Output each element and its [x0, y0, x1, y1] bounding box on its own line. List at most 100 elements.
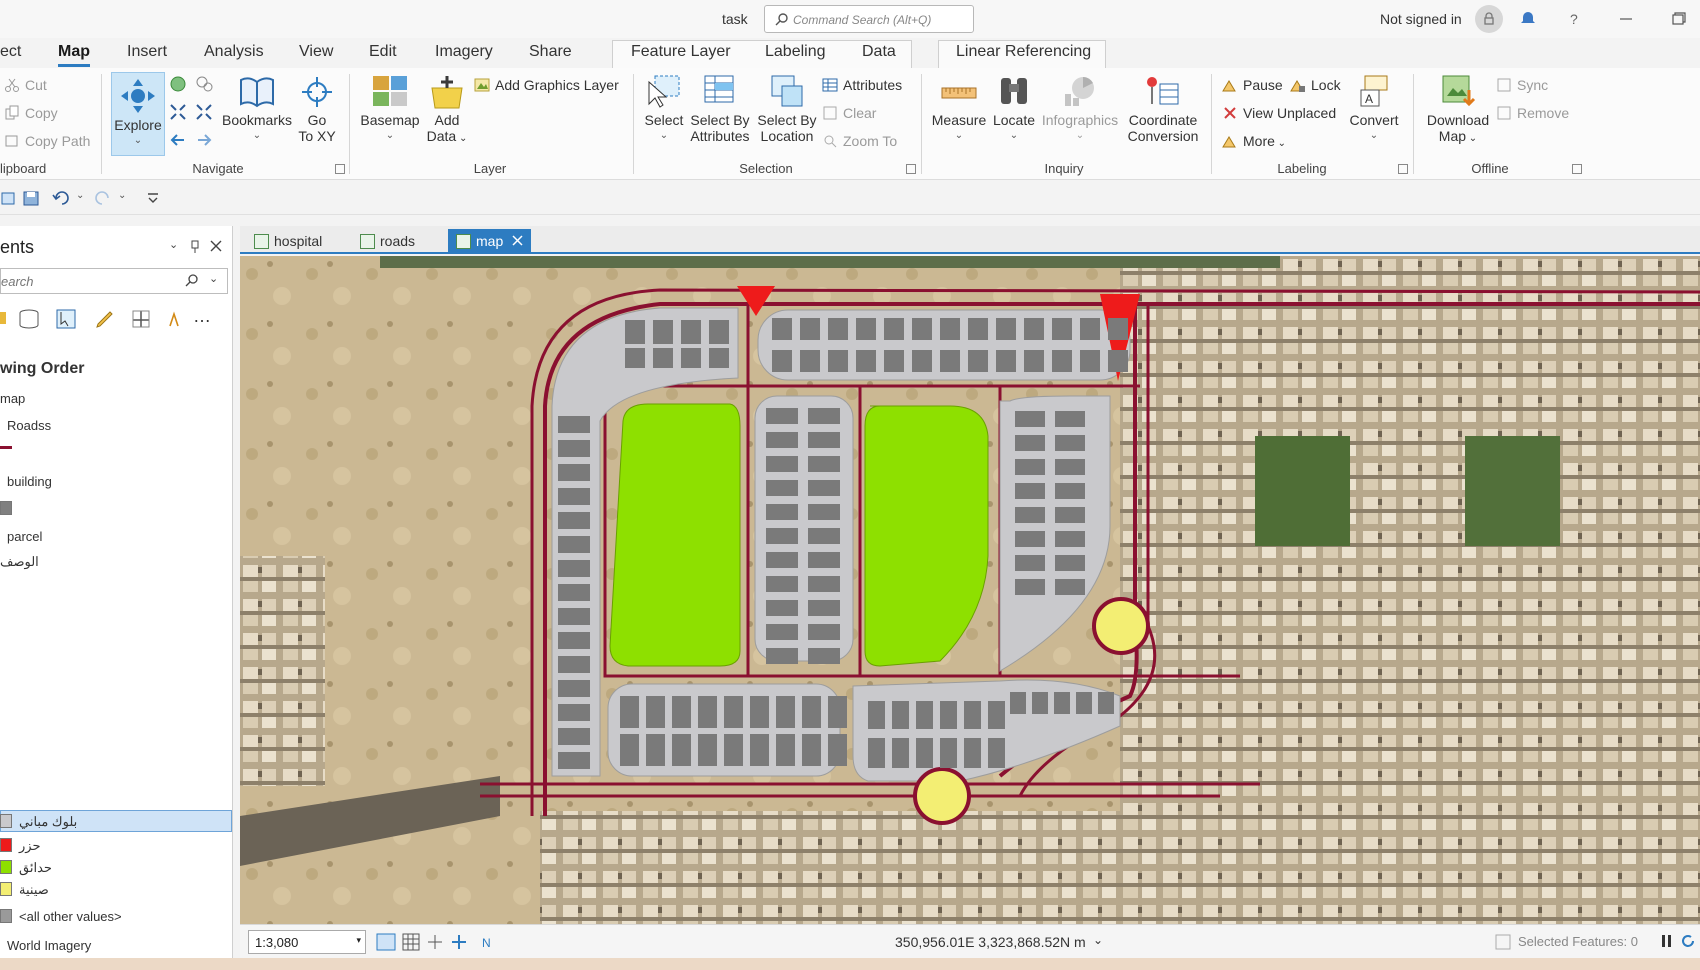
select-by-location-button[interactable]: Select By Location: [756, 74, 818, 144]
close-tab-icon[interactable]: [512, 235, 523, 246]
select-button[interactable]: Select ⌄: [642, 74, 686, 144]
undo-icon[interactable]: [52, 190, 70, 206]
copy-button[interactable]: Copy: [4, 103, 58, 123]
tab-share[interactable]: Share: [529, 43, 572, 61]
select-by-attributes-button[interactable]: Select By Attributes: [688, 74, 752, 144]
pane-options-chevron-icon[interactable]: ⌄: [169, 238, 178, 251]
tab-roads[interactable]: roads: [352, 229, 423, 254]
list-by-source-icon[interactable]: [18, 308, 40, 330]
add-graphics-layer-button[interactable]: Add Graphics Layer: [474, 75, 619, 95]
maximize-icon[interactable]: [1668, 9, 1688, 29]
tab-view[interactable]: View: [299, 43, 333, 61]
go-to-xy-button[interactable]: Go To XY: [298, 74, 336, 144]
layer-roadss[interactable]: Roadss: [7, 418, 51, 433]
copy-path-button[interactable]: Copy Path: [4, 131, 90, 151]
table-icon: [822, 78, 838, 92]
minimize-icon[interactable]: [1616, 9, 1636, 29]
dialog-launcher-icon[interactable]: [335, 164, 345, 174]
locate-button[interactable]: Locate ⌄: [990, 74, 1038, 144]
tab-data[interactable]: Data: [862, 43, 896, 61]
fixed-zoom-icon[interactable]: [194, 74, 214, 94]
avatar[interactable]: [1475, 5, 1503, 33]
redo-icon[interactable]: [94, 190, 112, 206]
attributes-button[interactable]: Attributes: [822, 75, 902, 95]
help-icon[interactable]: ?: [1564, 9, 1584, 29]
list-by-snapping-icon[interactable]: [130, 308, 154, 330]
tab-labeling[interactable]: Labeling: [765, 43, 826, 61]
signin-status[interactable]: Not signed in: [1380, 11, 1462, 27]
fixed-scale-icon[interactable]: [376, 933, 396, 951]
class-label-block[interactable]: بلوك مباني: [19, 814, 77, 830]
tab-map[interactable]: Map: [58, 43, 90, 67]
customize-toolbar-icon[interactable]: [146, 191, 160, 205]
lock-labels-button[interactable]: Lock: [1290, 75, 1341, 95]
refresh-map-icon[interactable]: [1680, 933, 1696, 949]
chevron-down-icon[interactable]: ⌄: [209, 272, 218, 285]
add-data-button[interactable]: Add Data ⌄: [426, 74, 468, 147]
full-extent-icon[interactable]: [168, 74, 188, 94]
map-layer[interactable]: map: [0, 391, 25, 406]
layer-parcel[interactable]: parcel: [7, 529, 42, 544]
pin-icon[interactable]: [189, 240, 201, 254]
chevron-down-icon[interactable]: ⌄: [76, 190, 84, 201]
coordinate-units-chevron-icon[interactable]: ⌄: [1093, 933, 1103, 947]
snapping-icon[interactable]: [426, 933, 444, 951]
sync-button[interactable]: Sync: [1496, 75, 1548, 95]
dialog-launcher-icon[interactable]: [1398, 164, 1408, 174]
contents-search-input[interactable]: earch ⌄: [0, 268, 228, 294]
class-label-roundabout[interactable]: صينية: [19, 882, 49, 898]
list-by-labeling-icon[interactable]: [168, 308, 180, 330]
pause-drawing-icon[interactable]: [1660, 933, 1674, 949]
view-unplaced-button[interactable]: View Unplaced: [1222, 103, 1336, 123]
class-label-other[interactable]: <all other values>: [19, 909, 122, 924]
command-search-input[interactable]: Command Search (Alt+Q): [764, 5, 974, 33]
zoom-to-button[interactable]: Zoom To: [822, 131, 897, 151]
zoom-in-arrows-icon[interactable]: [168, 102, 188, 122]
coordinate-conversion-button[interactable]: Coordinate Conversion: [1124, 74, 1202, 144]
cut-button[interactable]: Cut: [4, 75, 47, 95]
close-icon[interactable]: [210, 240, 222, 252]
class-label-red[interactable]: حزر: [19, 838, 41, 854]
dialog-launcher-icon[interactable]: [906, 164, 916, 174]
layer-building[interactable]: building: [7, 474, 52, 489]
refresh-icon[interactable]: [450, 933, 468, 951]
basemap-button[interactable]: Basemap ⌄: [358, 74, 422, 144]
list-by-editing-icon[interactable]: [94, 308, 116, 330]
tab-linear-referencing[interactable]: Linear Referencing: [956, 43, 1091, 61]
chevron-down-icon[interactable]: ⌄: [118, 190, 126, 201]
scale-selector[interactable]: 1:3,080 ▾: [248, 930, 366, 954]
tab-imagery[interactable]: Imagery: [435, 43, 493, 61]
new-project-icon[interactable]: [0, 190, 16, 206]
tab-feature-layer[interactable]: Feature Layer: [631, 43, 731, 61]
list-by-selection-icon[interactable]: [55, 308, 77, 330]
download-map-button[interactable]: Download Map ⌄: [1420, 74, 1496, 147]
bookmarks-button[interactable]: Bookmarks ⌄: [221, 74, 293, 144]
class-label-park[interactable]: حدائق: [19, 860, 52, 876]
more-options-icon[interactable]: …: [193, 306, 211, 327]
tab-edit[interactable]: Edit: [369, 43, 397, 61]
grid-icon[interactable]: [402, 933, 420, 951]
tab-insert[interactable]: Insert: [127, 43, 167, 61]
tab-map-view[interactable]: map: [448, 229, 532, 254]
tab-hospital[interactable]: hospital: [246, 229, 330, 254]
clear-button[interactable]: Clear: [822, 103, 876, 123]
more-labeling-button[interactable]: More ⌄: [1222, 131, 1286, 151]
save-icon[interactable]: [22, 190, 40, 206]
pause-labels-button[interactable]: Pause: [1222, 75, 1283, 95]
explore-button[interactable]: Explore ⌄: [111, 72, 165, 156]
map-canvas[interactable]: [240, 256, 1700, 924]
back-arrow-icon[interactable]: [168, 130, 188, 150]
zoom-out-arrows-icon[interactable]: [194, 102, 214, 122]
remove-button[interactable]: Remove: [1496, 103, 1569, 123]
infographics-button[interactable]: Infographics ⌄: [1040, 74, 1120, 144]
layer-world-imagery[interactable]: World Imagery: [7, 938, 91, 953]
north-arrow-icon[interactable]: N: [480, 933, 498, 951]
tab-project[interactable]: ect: [0, 43, 21, 61]
forward-arrow-icon[interactable]: [194, 130, 214, 150]
measure-button[interactable]: Measure ⌄: [930, 74, 988, 144]
notification-icon[interactable]: [1518, 9, 1538, 29]
convert-button[interactable]: A Convert ⌄: [1346, 74, 1402, 144]
dialog-launcher-icon[interactable]: [1572, 164, 1582, 174]
tab-analysis[interactable]: Analysis: [204, 43, 264, 61]
list-by-drawing-order-icon[interactable]: [0, 308, 8, 328]
